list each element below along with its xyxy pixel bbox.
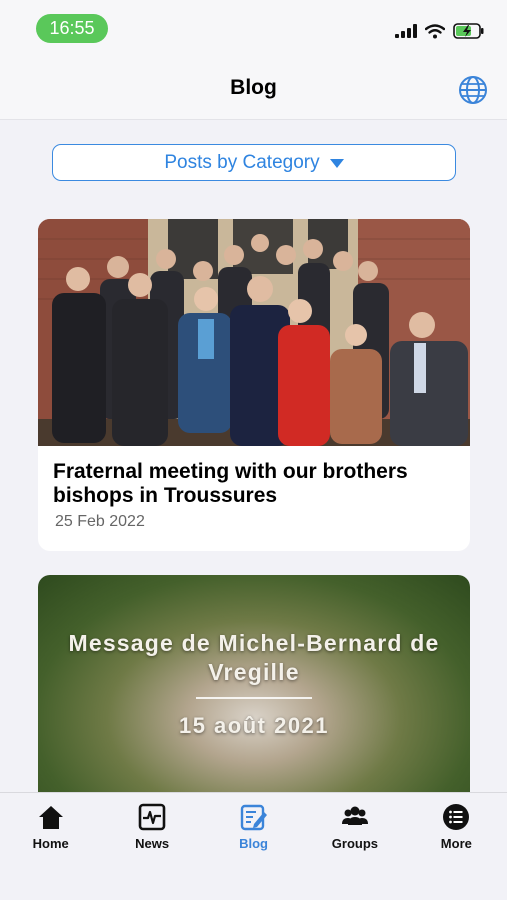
blog-icon (240, 804, 267, 831)
home-icon (38, 806, 63, 829)
tab-label: Groups (331, 836, 379, 851)
posts-by-category-button[interactable]: Posts by Category (52, 144, 456, 181)
tab-label: Blog (239, 836, 268, 851)
tab-news[interactable]: News (101, 793, 202, 863)
news-icon (138, 803, 166, 831)
post-title: Fraternal meeting with our brothers bish… (53, 460, 408, 507)
tab-label: More (440, 836, 472, 851)
blog-post-card[interactable]: Fraternal meeting with our brothers bish… (38, 219, 470, 551)
category-label: Posts by Category (164, 151, 320, 173)
video-date: 15 août 2021 (178, 713, 330, 738)
status-bar: 16:55 (0, 0, 507, 60)
status-time: 16:55 (36, 14, 108, 43)
tab-bar: Home News Blog Groups More (0, 792, 507, 900)
tab-label: News (135, 836, 170, 851)
cellular-signal-icon (395, 24, 417, 38)
tab-more[interactable]: More (406, 793, 507, 863)
video-title: Message de Michel-Bernard de Vregille (68, 630, 440, 685)
wifi-icon (425, 23, 445, 38)
status-icons (395, 22, 485, 40)
more-icon (443, 804, 470, 830)
divider (196, 697, 312, 699)
globe-icon[interactable] (457, 74, 489, 106)
post-photo (38, 219, 470, 446)
page-title: Blog (230, 76, 277, 99)
nav-header: Blog (0, 60, 507, 120)
tab-label: Home (32, 836, 69, 851)
caret-down-icon (329, 159, 344, 168)
groups-icon (341, 806, 368, 825)
tab-blog[interactable]: Blog (203, 793, 304, 863)
battery-charging-icon (453, 23, 484, 39)
tab-groups[interactable]: Groups (304, 793, 405, 863)
tab-home[interactable]: Home (0, 793, 101, 863)
post-date: 25 Feb 2022 (55, 513, 145, 530)
